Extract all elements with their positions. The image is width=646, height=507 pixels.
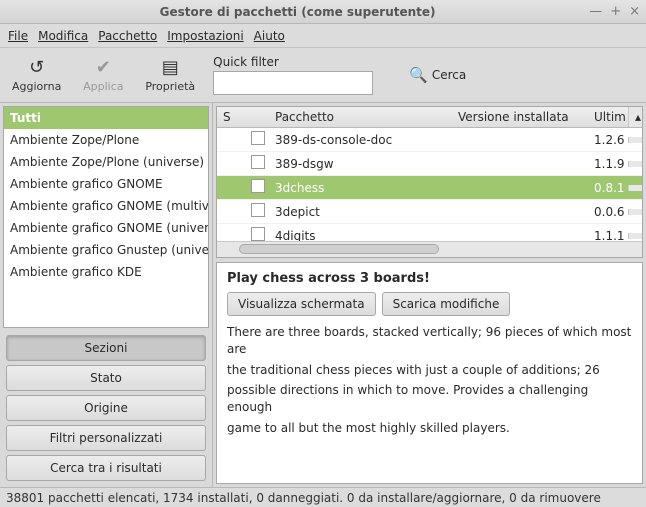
col-header-ult[interactable]: Ultim: [588, 107, 628, 127]
package-name: 389-dsgw: [269, 154, 452, 174]
changelog-button[interactable]: Scarica modifiche: [382, 292, 511, 316]
package-name: 4digits: [269, 226, 452, 242]
horizontal-scrollbar[interactable]: [217, 241, 642, 257]
detail-line: There are three boards, stacked vertical…: [227, 324, 632, 358]
package-row[interactable]: 389-ds-console-doc 1.2.6: [217, 128, 642, 152]
package-table: S Pacchetto Versione installata Ultim ▴ …: [216, 106, 643, 258]
statusbar-text: 38801 pacchetti elencati, 1734 installat…: [6, 491, 601, 505]
menu-pacchetto[interactable]: Pacchetto: [98, 29, 157, 43]
package-name: 389-ds-console-doc: [269, 130, 452, 150]
section-row[interactable]: Ambiente Zope/Plone (universe): [4, 151, 208, 173]
package-row[interactable]: 3dchess 0.8.1: [217, 176, 642, 200]
search-button[interactable]: 🔍 Cerca: [409, 66, 466, 84]
package-name: 3dchess: [269, 178, 452, 198]
nav-origine[interactable]: Origine: [6, 395, 206, 421]
properties-button[interactable]: ▤ Proprietà: [145, 58, 195, 93]
detail-line: game to all but the most highly skilled …: [227, 420, 632, 437]
menubar: File Modifica Pacchetto Impostazioni Aiu…: [0, 24, 646, 48]
left-pane: TuttiAmbiente Zope/PloneAmbiente Zope/Pl…: [0, 103, 213, 487]
package-installed-version: [452, 161, 588, 167]
package-name: 3depict: [269, 202, 452, 222]
package-installed-version: [452, 209, 588, 215]
detail-pane: Play chess across 3 boards! Visualizza s…: [216, 262, 643, 484]
maximize-icon[interactable]: +: [610, 5, 621, 18]
menu-impostazioni[interactable]: Impostazioni: [167, 29, 243, 43]
right-pane: S Pacchetto Versione installata Ultim ▴ …: [213, 103, 646, 487]
titlebar: Gestore di pacchetti (come superutente) …: [0, 0, 646, 24]
section-row[interactable]: Ambiente grafico GNOME (multiverse): [4, 195, 208, 217]
package-row[interactable]: 389-dsgw 1.1.9: [217, 152, 642, 176]
toolbar: ↺ Aggiorna ✔ Applica ▤ Proprietà Quick f…: [0, 48, 646, 103]
search-icon: 🔍: [409, 66, 428, 84]
quick-filter-label: Quick filter: [213, 55, 373, 69]
menu-modifica[interactable]: Modifica: [38, 29, 88, 43]
package-checkbox[interactable]: [251, 203, 265, 217]
package-latest-version: 0.0.6: [588, 202, 628, 222]
package-checkbox[interactable]: [251, 179, 265, 193]
nav-stato[interactable]: Stato: [6, 365, 206, 391]
detail-line: possible directions in which to move. Pr…: [227, 382, 632, 416]
nav-sezioni[interactable]: Sezioni: [6, 335, 206, 361]
detail-title: Play chess across 3 boards!: [227, 271, 632, 286]
section-row[interactable]: Ambiente grafico GNOME: [4, 173, 208, 195]
detail-line: the traditional chess pieces with just a…: [227, 362, 632, 379]
package-installed-version: [452, 137, 588, 143]
col-header-name[interactable]: Pacchetto: [269, 107, 452, 127]
section-list[interactable]: TuttiAmbiente Zope/PloneAmbiente Zope/Pl…: [3, 106, 209, 328]
nav-cerca-risultati[interactable]: Cerca tra i risultati: [6, 455, 206, 481]
vscroll-arrow-icon[interactable]: ▴: [628, 107, 642, 127]
quick-filter-input[interactable]: [213, 71, 373, 95]
minimize-icon[interactable]: —: [589, 5, 602, 18]
properties-icon: ▤: [162, 58, 179, 78]
screenshot-button[interactable]: Visualizza schermata: [227, 292, 376, 316]
window-title: Gestore di pacchetti (come superutente): [6, 5, 589, 19]
detail-description: There are three boards, stacked vertical…: [227, 324, 632, 437]
package-latest-version: 1.1.9: [588, 154, 628, 174]
menu-aiuto[interactable]: Aiuto: [254, 29, 285, 43]
package-checkbox[interactable]: [251, 227, 265, 241]
col-header-version[interactable]: Versione installata: [452, 107, 588, 127]
scrollbar-thumb[interactable]: [239, 244, 439, 254]
section-row[interactable]: Ambiente grafico Gnustep (universe): [4, 239, 208, 261]
package-latest-version: 0.8.1: [588, 178, 628, 198]
col-header-s[interactable]: S: [217, 107, 245, 127]
col-header-mark[interactable]: [245, 107, 269, 127]
apply-button[interactable]: ✔ Applica: [79, 58, 127, 93]
apply-icon: ✔: [96, 58, 111, 78]
package-latest-version: 1.1.1: [588, 226, 628, 242]
package-row[interactable]: 4digits 1.1.1: [217, 224, 642, 241]
package-installed-version: [452, 233, 588, 239]
section-row[interactable]: Tutti: [4, 107, 208, 129]
nav-buttons: Sezioni Stato Origine Filtri personalizz…: [0, 331, 212, 487]
main-content: TuttiAmbiente Zope/PloneAmbiente Zope/Pl…: [0, 103, 646, 487]
package-row[interactable]: 3depict 0.0.6: [217, 200, 642, 224]
package-installed-version: [452, 185, 588, 191]
quick-filter: Quick filter: [213, 55, 373, 95]
section-row[interactable]: Ambiente Zope/Plone: [4, 129, 208, 151]
refresh-icon: ↺: [29, 58, 44, 78]
package-checkbox[interactable]: [251, 131, 265, 145]
menu-file[interactable]: File: [8, 29, 28, 43]
package-checkbox[interactable]: [251, 155, 265, 169]
section-row[interactable]: Ambiente grafico GNOME (universe): [4, 217, 208, 239]
statusbar: 38801 pacchetti elencati, 1734 installat…: [0, 487, 646, 507]
package-table-header: S Pacchetto Versione installata Ultim ▴: [217, 107, 642, 128]
section-row[interactable]: Ambiente grafico KDE: [4, 261, 208, 283]
close-icon[interactable]: ×: [629, 5, 640, 18]
package-table-body: 389-ds-console-doc1.2.6389-dsgw1.1.93dch…: [217, 128, 642, 241]
package-latest-version: 1.2.6: [588, 130, 628, 150]
refresh-button[interactable]: ↺ Aggiorna: [12, 58, 61, 93]
nav-filtri[interactable]: Filtri personalizzati: [6, 425, 206, 451]
